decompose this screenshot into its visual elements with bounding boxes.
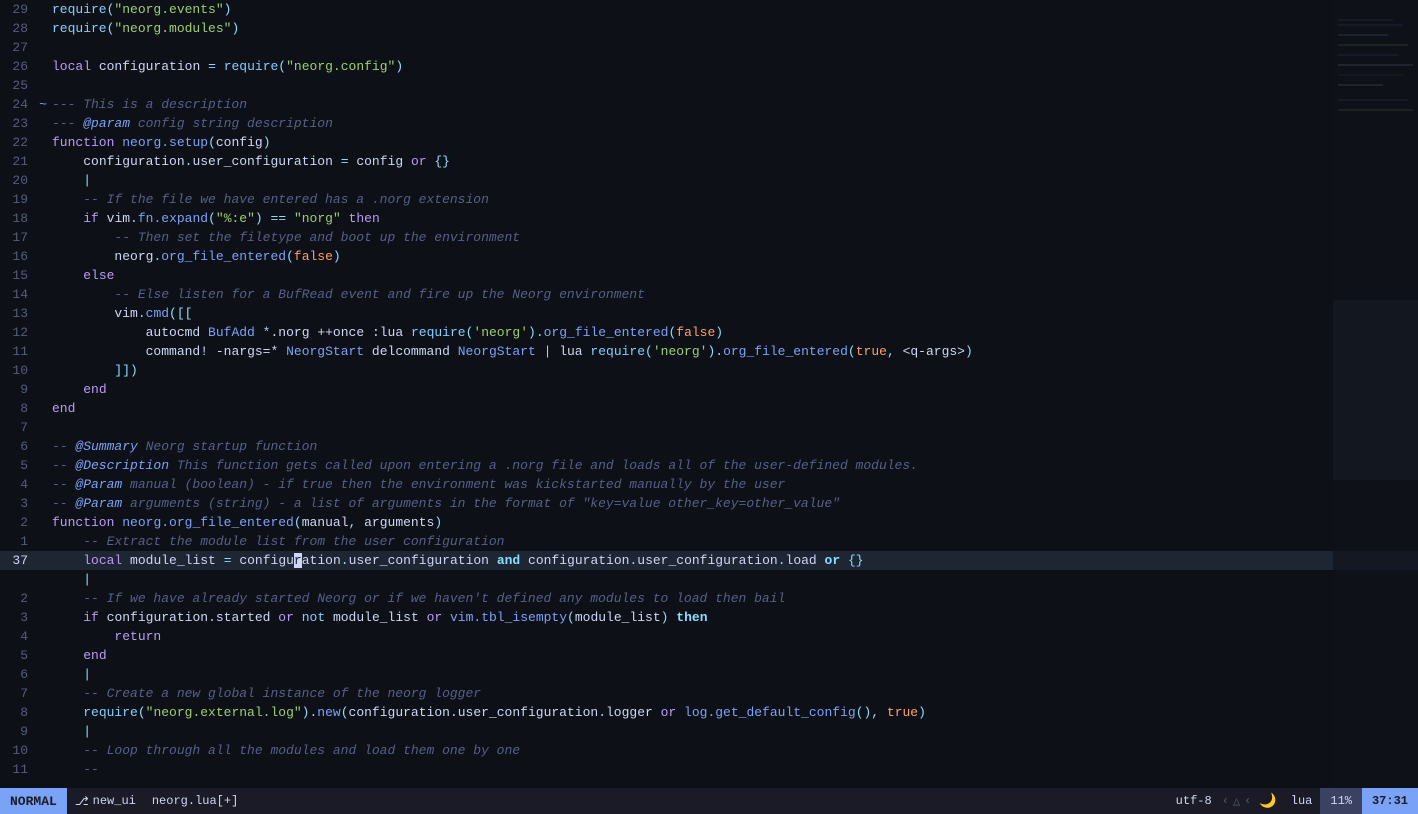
code-line: 3 -- @Param arguments (string) - a list … bbox=[0, 494, 1418, 513]
code-line: 22 function neorg.setup(config) bbox=[0, 133, 1418, 152]
code-line: 26 local configuration = require("neorg.… bbox=[0, 57, 1418, 76]
code-line: 7 bbox=[0, 418, 1418, 437]
code-line: 4 -- @Param manual (boolean) - if true t… bbox=[0, 475, 1418, 494]
filetype-icon: 🌙 bbox=[1253, 793, 1282, 810]
code-line: 9 end bbox=[0, 380, 1418, 399]
code-line: 3 if configuration.started or not module… bbox=[0, 608, 1418, 627]
code-line: 11 command! -nargs=* NeorgStart delcomma… bbox=[0, 342, 1418, 361]
code-line: 5 -- @Description This function gets cal… bbox=[0, 456, 1418, 475]
branch-name: new_ui bbox=[93, 794, 136, 808]
code-line: | bbox=[0, 570, 1418, 589]
code-line: 6 | bbox=[0, 665, 1418, 684]
filetype: lua bbox=[1283, 794, 1321, 808]
code-line: 9 | bbox=[0, 722, 1418, 741]
code-editor: 29 require("neorg.events") 28 require("n… bbox=[0, 0, 1418, 788]
branch-icon: ⎇ bbox=[75, 794, 89, 809]
cursor-position: 37:31 bbox=[1362, 788, 1418, 814]
code-line: 23 --- @param config string description bbox=[0, 114, 1418, 133]
code-line: 10 -- Loop through all the modules and l… bbox=[0, 741, 1418, 760]
status-bar: NORMAL ⎇ new_ui neorg.lua[+] utf-8 ‹ △ ‹… bbox=[0, 788, 1418, 814]
code-line: 24 ~ --- This is a description bbox=[0, 95, 1418, 114]
code-line-current: 37 local module_list = configuration.use… bbox=[0, 551, 1418, 570]
code-line: 8 require("neorg.external.log").new(conf… bbox=[0, 703, 1418, 722]
mode-indicator: NORMAL bbox=[0, 788, 67, 814]
code-line: 11 -- bbox=[0, 760, 1418, 779]
code-line: 15 else bbox=[0, 266, 1418, 285]
code-line: 27 bbox=[0, 38, 1418, 57]
code-line: 28 require("neorg.modules") bbox=[0, 19, 1418, 38]
scroll-percent: 11% bbox=[1320, 788, 1362, 814]
code-line: 25 bbox=[0, 76, 1418, 95]
code-line: 14 -- Else listen for a BufRead event an… bbox=[0, 285, 1418, 304]
code-line: 13 vim.cmd([[ bbox=[0, 304, 1418, 323]
code-line: 2 -- If we have already started Neorg or… bbox=[0, 589, 1418, 608]
code-line: 29 require("neorg.events") bbox=[0, 0, 1418, 19]
code-line: 18 if vim.fn.expand("%:e") == "norg" the… bbox=[0, 209, 1418, 228]
code-lines: 29 require("neorg.events") 28 require("n… bbox=[0, 0, 1418, 788]
code-line: 10 ]]) bbox=[0, 361, 1418, 380]
code-line: 5 end bbox=[0, 646, 1418, 665]
code-line: 12 autocmd BufAdd *.norg ++once :lua req… bbox=[0, 323, 1418, 342]
code-line: 20 | bbox=[0, 171, 1418, 190]
encoding: utf-8 bbox=[1168, 794, 1220, 808]
code-line: 16 neorg.org_file_entered(false) bbox=[0, 247, 1418, 266]
branch-info: ⎇ new_ui bbox=[67, 794, 144, 809]
status-right: utf-8 ‹ △ ‹ 🌙 lua 11% 37:31 bbox=[1168, 788, 1418, 814]
filename: neorg.lua[+] bbox=[144, 794, 246, 808]
code-line: 7 -- Create a new global instance of the… bbox=[0, 684, 1418, 703]
code-line: 2 function neorg.org_file_entered(manual… bbox=[0, 513, 1418, 532]
code-line: 6 -- @Summary Neorg startup function bbox=[0, 437, 1418, 456]
code-line: 8 end bbox=[0, 399, 1418, 418]
code-line: 21 configuration.user_configuration = co… bbox=[0, 152, 1418, 171]
code-line: 17 -- Then set the filetype and boot up … bbox=[0, 228, 1418, 247]
code-line: 19 -- If the file we have entered has a … bbox=[0, 190, 1418, 209]
code-line: 1 -- Extract the module list from the us… bbox=[0, 532, 1418, 551]
code-line: 4 return bbox=[0, 627, 1418, 646]
